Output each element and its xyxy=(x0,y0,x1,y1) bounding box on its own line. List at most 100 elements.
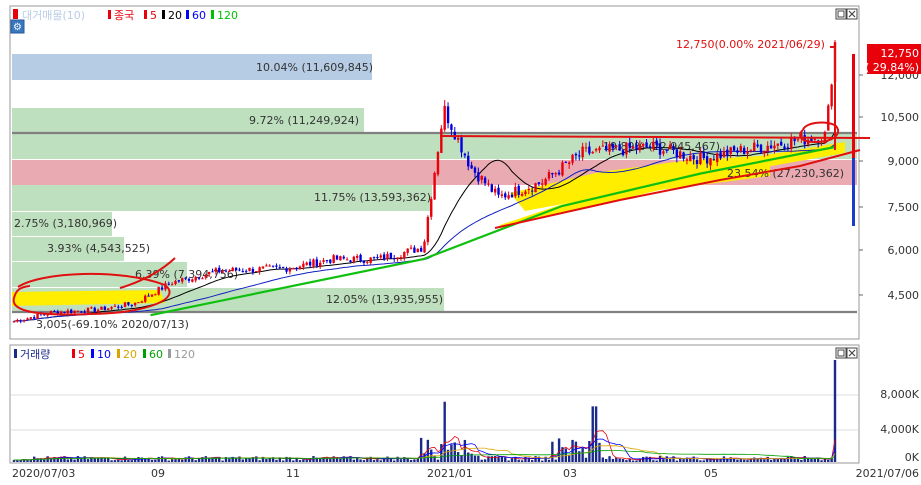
candle-body xyxy=(298,266,302,269)
candle-body xyxy=(241,271,245,273)
volume-bar xyxy=(110,460,113,462)
volume-bar xyxy=(658,456,662,462)
volume-bar xyxy=(645,456,648,462)
candle-body xyxy=(557,172,561,175)
candle-body xyxy=(517,185,520,195)
volume-bar xyxy=(517,459,520,462)
volume-bar xyxy=(298,460,302,462)
candle-body xyxy=(645,142,648,148)
volume-bar xyxy=(409,459,413,462)
candle-body xyxy=(493,188,497,193)
y-tick-label: 7,500 xyxy=(888,201,920,214)
candle-body xyxy=(571,154,574,163)
volume-bar xyxy=(551,441,554,462)
candle-body xyxy=(463,153,467,156)
candle-body xyxy=(315,259,319,267)
candle-body xyxy=(204,274,207,278)
legend-label-vma5: 5 xyxy=(78,348,85,361)
volume-bar xyxy=(419,437,423,462)
candle-body xyxy=(137,302,140,304)
candle-body xyxy=(278,267,282,269)
candle-body xyxy=(211,271,214,273)
candle-body xyxy=(308,261,312,266)
candle-body xyxy=(413,247,416,253)
volume-bar xyxy=(83,456,86,462)
candle-body xyxy=(739,146,742,152)
volume-bar xyxy=(463,439,467,462)
x-tick-label: 2020/07/03 xyxy=(12,467,75,480)
volume-bar xyxy=(174,458,177,462)
candle-body xyxy=(709,158,712,166)
volume-bar xyxy=(625,460,628,462)
volume-bar xyxy=(695,459,699,462)
candle-body xyxy=(490,184,493,192)
candle-body xyxy=(93,307,96,312)
candle-body xyxy=(705,156,709,164)
candle-body xyxy=(53,311,56,313)
volume-bar xyxy=(699,460,702,462)
candle-body xyxy=(174,280,177,285)
legend-marker xyxy=(117,349,120,358)
volume-bar xyxy=(376,459,379,462)
candle-body xyxy=(258,267,261,272)
volume-bar xyxy=(547,459,551,462)
candle-body xyxy=(167,283,170,285)
profile-label: 2.75% (3,180,969) xyxy=(14,217,117,230)
profile-label: 10.04% (11,609,845) xyxy=(256,61,373,74)
volume-bar xyxy=(305,460,308,462)
y-tick-label: 9,000 xyxy=(888,155,920,168)
candle-body xyxy=(312,259,315,267)
candle-body xyxy=(779,141,783,146)
current-range-up xyxy=(852,54,855,158)
volume-bar xyxy=(117,459,120,462)
volume-bar xyxy=(662,459,665,462)
chart-settings-button[interactable]: ⚙ xyxy=(10,19,25,34)
candle-body xyxy=(318,262,322,267)
candle-body xyxy=(83,311,86,313)
legend-label-vma10: 10 xyxy=(97,348,111,361)
candle-body xyxy=(584,147,588,149)
volume-bar xyxy=(530,460,534,462)
volume-bar xyxy=(335,458,339,462)
candle-body xyxy=(628,142,631,149)
candle-body xyxy=(261,266,265,269)
candle-body xyxy=(642,143,645,146)
volume-bar xyxy=(292,460,295,462)
volume-bar xyxy=(541,460,544,462)
volume-bar xyxy=(635,460,638,462)
y-tick-label: 10,500 xyxy=(881,111,920,124)
volume-bar xyxy=(483,459,487,462)
candle-body xyxy=(594,149,598,151)
candle-body xyxy=(231,267,234,272)
y-tick-label: 6,000 xyxy=(888,244,920,257)
legend-label-vma20: 20 xyxy=(123,348,137,361)
current-change: ( 29.84%) xyxy=(865,61,919,74)
volume-bar xyxy=(608,456,611,462)
legend-marker xyxy=(143,349,146,358)
legend-marker xyxy=(211,10,214,19)
volume-bar xyxy=(679,458,682,462)
candle-body xyxy=(604,145,608,151)
candle-body xyxy=(450,124,453,130)
volume-bar xyxy=(386,456,389,462)
chart-svg: 대거매물(10) 종국 5 20 60 120 ⚙ 10.04% (11,609… xyxy=(0,0,921,481)
price-panel-window-buttons xyxy=(835,8,858,20)
volume-bar xyxy=(204,456,207,462)
volume-bar xyxy=(493,456,497,462)
candle-body xyxy=(403,251,406,259)
candle-body xyxy=(255,271,258,273)
candle-body xyxy=(561,162,564,176)
volume-bar xyxy=(362,460,366,462)
candle-body xyxy=(362,260,366,263)
legend-label-profile: 대거매물(10) xyxy=(22,9,85,22)
candle-body xyxy=(487,183,490,185)
candle-body xyxy=(251,268,255,273)
volume-bar xyxy=(103,458,107,462)
candle-body xyxy=(534,183,537,193)
candle-body xyxy=(123,302,127,307)
candle-body xyxy=(325,260,329,262)
candle-body xyxy=(433,172,436,200)
volume-bar xyxy=(803,456,806,462)
candle-body xyxy=(214,268,218,272)
candle-body xyxy=(419,248,423,252)
